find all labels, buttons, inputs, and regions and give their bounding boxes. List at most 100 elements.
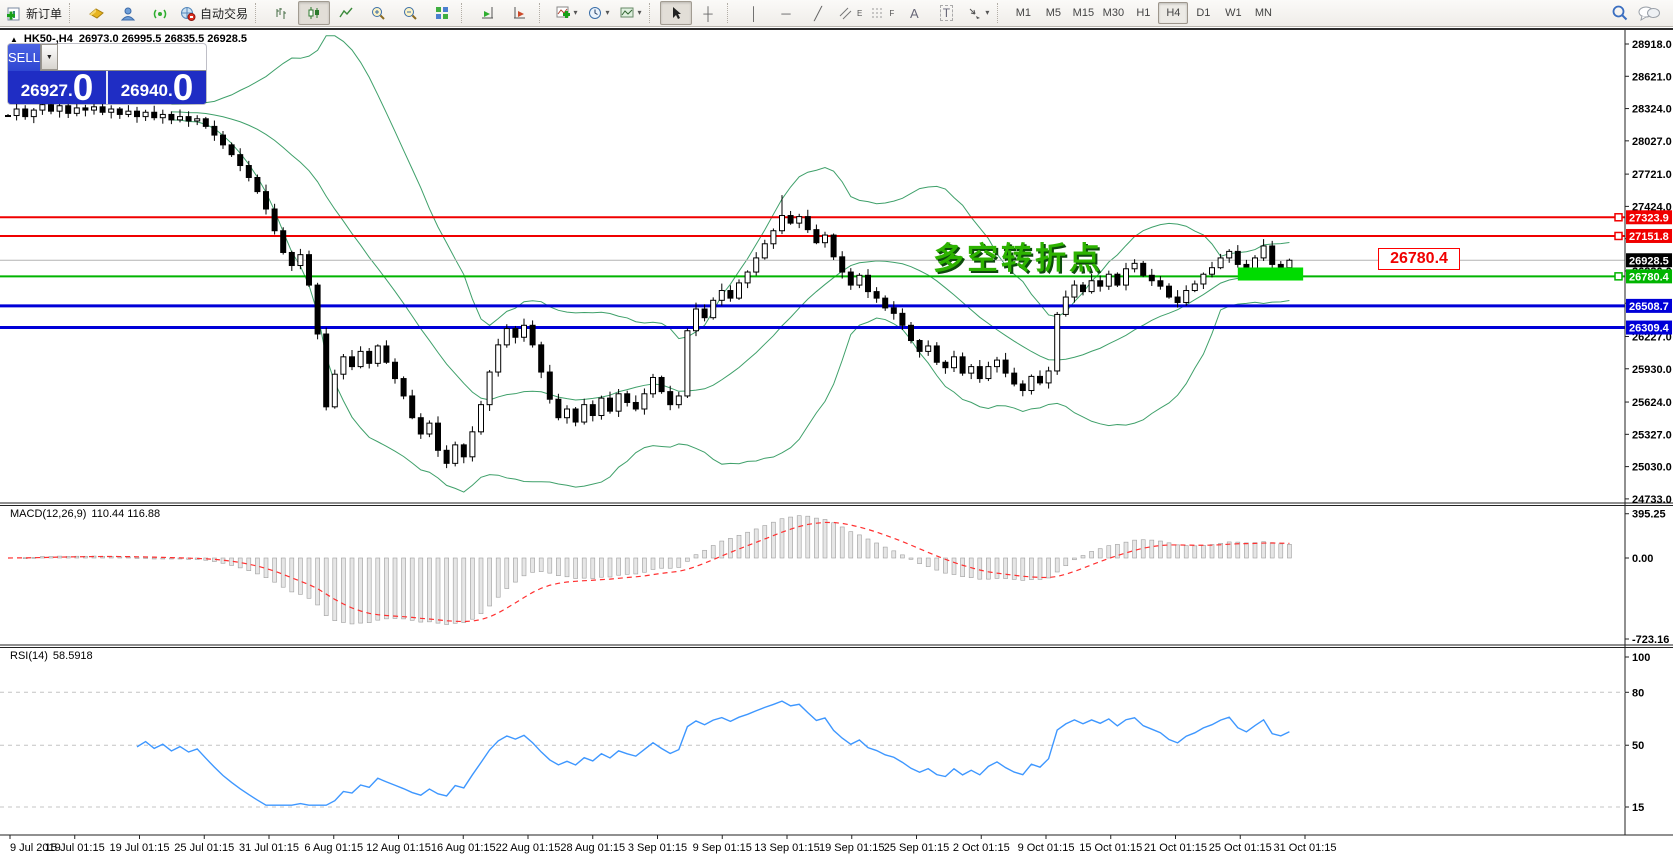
- zoom-out-button[interactable]: [394, 1, 426, 25]
- chart-shift-button[interactable]: [504, 1, 536, 25]
- macd-histogram-bar: [470, 558, 474, 619]
- macd-histogram-bar: [978, 558, 982, 579]
- tile-windows-button[interactable]: [426, 1, 458, 25]
- book-icon: [88, 5, 105, 22]
- candlestick-chart-icon: [306, 5, 322, 21]
- chart-plot-area[interactable]: 28918.028621.028324.028027.027721.027424…: [0, 0, 1673, 857]
- macd-histogram-bar: [1029, 558, 1033, 580]
- text-tool[interactable]: A: [898, 1, 930, 25]
- timeframe-h4[interactable]: H4: [1158, 2, 1188, 24]
- line-handle: [1615, 273, 1622, 280]
- bar-chart-button[interactable]: [266, 1, 298, 25]
- zoom-out-icon: [402, 5, 419, 22]
- macd-histogram-bar: [694, 555, 698, 558]
- timeframe-h1[interactable]: H1: [1128, 2, 1158, 24]
- macd-histogram-bar: [703, 550, 707, 558]
- timeframe-m30[interactable]: M30: [1098, 2, 1128, 24]
- trendline-tool[interactable]: ╱: [802, 1, 834, 25]
- macd-indicator-label: MACD(12,26,9) 110.44 116.88: [10, 508, 160, 520]
- macd-histogram-bar: [668, 558, 672, 568]
- macd-histogram-bar: [1133, 540, 1137, 558]
- macd-histogram-bar: [531, 558, 535, 572]
- svg-text:26508.7: 26508.7: [1629, 301, 1669, 313]
- macd-histogram-bar: [857, 535, 861, 558]
- chat-icon[interactable]: [1637, 4, 1661, 22]
- macd-histogram-bar: [797, 516, 801, 558]
- signals-button[interactable]: [144, 1, 176, 25]
- date-tick-label: 2 Oct 01:15: [953, 842, 1010, 854]
- macd-histogram-bar: [479, 558, 483, 614]
- hline-icon: ─: [781, 7, 790, 20]
- add-indicator-icon: [555, 5, 571, 21]
- macd-signal-line: [8, 522, 1289, 621]
- macd-histogram-bar: [1012, 558, 1016, 579]
- macd-histogram-bar: [952, 558, 956, 574]
- timeframe-m15[interactable]: M15: [1068, 2, 1098, 24]
- templates-button[interactable]: ▾: [614, 1, 646, 25]
- macd-histogram-bar: [918, 558, 922, 564]
- candlestick-chart-button[interactable]: [298, 1, 330, 25]
- sell-button[interactable]: SELL: [8, 44, 40, 71]
- macd-histogram-bar: [1090, 551, 1094, 558]
- macd-histogram-bar: [909, 558, 913, 559]
- search-icon[interactable]: [1611, 4, 1629, 22]
- macd-axis-label: 395.25: [1632, 509, 1666, 521]
- macd-histogram-bar: [1244, 543, 1248, 558]
- timeframe-m5[interactable]: M5: [1038, 2, 1068, 24]
- volume-decrease-button[interactable]: ▼: [41, 44, 58, 70]
- macd-histogram-bar: [677, 558, 681, 567]
- toolbar: 新订单 自动交易: [0, 0, 1673, 27]
- new-order-button[interactable]: 新订单: [2, 1, 66, 25]
- macd-histogram-bar: [728, 538, 732, 558]
- date-tick-label: 25 Jul 01:15: [174, 842, 234, 854]
- bollinger-band-line: [171, 112, 1289, 400]
- macd-histogram-bar: [763, 526, 767, 558]
- crosshair-tool-button[interactable]: ┼: [692, 1, 724, 25]
- macd-histogram-bar: [634, 558, 638, 574]
- buy-price[interactable]: 26940. 0: [108, 71, 206, 104]
- macd-histogram-bar: [316, 558, 320, 605]
- indicators-button[interactable]: ▾: [550, 1, 582, 25]
- macd-histogram-bar: [1004, 558, 1008, 579]
- fibonacci-tool[interactable]: F: [866, 1, 898, 25]
- horizontal-line-tool[interactable]: ─: [770, 1, 802, 25]
- periods-button[interactable]: ▾: [582, 1, 614, 25]
- auto-trading-button[interactable]: 自动交易: [176, 1, 252, 25]
- macd-histogram-bar: [832, 523, 836, 558]
- profile-button[interactable]: [112, 1, 144, 25]
- timeframe-w1[interactable]: W1: [1218, 2, 1248, 24]
- date-tick-label: 28 Aug 01:15: [560, 842, 625, 854]
- macd-histogram-bar: [152, 558, 156, 559]
- timeframe-m1[interactable]: M1: [1008, 2, 1038, 24]
- macd-histogram-bar: [849, 532, 853, 558]
- collapse-arrow-icon[interactable]: ▲: [10, 35, 18, 44]
- channel-tool[interactable]: E: [834, 1, 866, 25]
- price-tag: 26928.5: [1626, 253, 1672, 267]
- line-chart-button[interactable]: [330, 1, 362, 25]
- date-tick-label: 21 Oct 01:15: [1144, 842, 1207, 854]
- timeframe-mn[interactable]: MN: [1248, 2, 1278, 24]
- macd-histogram-bar: [1055, 558, 1059, 572]
- timeframe-d1[interactable]: D1: [1188, 2, 1218, 24]
- auto-scroll-button[interactable]: [472, 1, 504, 25]
- zoom-in-button[interactable]: [362, 1, 394, 25]
- date-tick-label: 25 Oct 01:15: [1209, 842, 1272, 854]
- macd-histogram-bar: [1064, 558, 1068, 566]
- macd-histogram-bar: [376, 558, 380, 620]
- macd-histogram-bar: [625, 558, 629, 574]
- price-tag: 26309.4: [1626, 321, 1672, 335]
- cursor-tool-button[interactable]: [660, 1, 692, 25]
- vertical-line-tool[interactable]: │: [738, 1, 770, 25]
- market-watch-button[interactable]: [80, 1, 112, 25]
- rsi-axis-label: 50: [1632, 740, 1644, 752]
- macd-histogram-bar: [617, 558, 621, 575]
- one-click-trade-panel: SELL ▼ ▲ BUY 26927. 0 26940. 0: [8, 44, 206, 104]
- arrows-tool[interactable]: ▾: [962, 1, 994, 25]
- sell-price[interactable]: 26927. 0: [8, 71, 108, 104]
- price-tick-label: 28324.0: [1632, 104, 1672, 116]
- macd-histogram-bar: [1262, 542, 1266, 558]
- crosshair-icon: ┼: [703, 7, 712, 20]
- auto-trading-icon: [180, 5, 197, 22]
- price-tick-label: 28918.0: [1632, 39, 1672, 51]
- text-label-tool[interactable]: T: [930, 1, 962, 25]
